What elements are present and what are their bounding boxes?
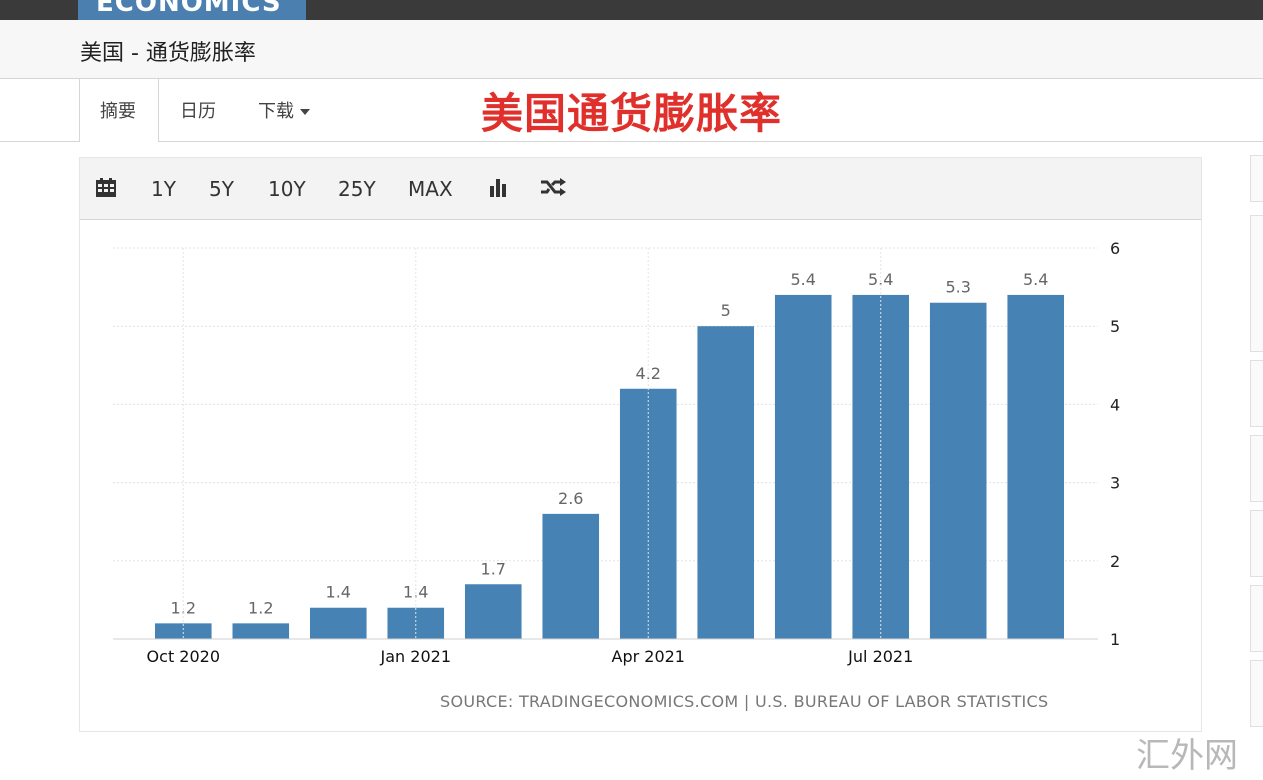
bar [852,294,910,639]
bar [697,326,755,639]
y-tick-label: 3 [1110,474,1120,493]
bar [232,623,290,639]
x-tick-label: Oct 2020 [147,647,220,666]
bar [1007,294,1064,639]
y-tick-label: 6 [1110,239,1120,258]
x-tick-label: Apr 2021 [612,647,685,666]
bar [309,607,367,639]
y-tick-label: 2 [1110,552,1120,571]
y-tick-label: 4 [1110,395,1120,414]
bar-value-label: 5 [721,301,731,320]
bar-value-label: 5.4 [791,270,816,289]
x-tick-label: Jan 2021 [380,647,451,666]
side-panel-edge [1250,155,1263,780]
bar [774,294,832,639]
y-tick-label: 5 [1110,317,1120,336]
watermark: 汇外网 [1136,736,1238,776]
bar [464,584,522,639]
bar [542,513,600,639]
bar [929,302,987,639]
bar-value-label: 1.7 [481,559,506,578]
bar-value-label: 2.6 [558,489,583,508]
bar-value-label: 5.3 [945,278,970,297]
inflation-bar-chart: 1234561.2 1.21.4 1.41.72.64.255.4 5.4 5.3 5.4… [113,239,1120,666]
source-note: SOURCE: TRADINGECONOMICS.COM | U.S. BURE… [440,692,1049,711]
y-tick-label: 1 [1110,630,1120,649]
bar-value-label: 1.2 [248,598,273,617]
bar-value-label: 1.4 [326,583,351,602]
x-tick-label: Jul 2021 [847,647,913,666]
bar-value-label: 5.4 [1023,270,1048,289]
